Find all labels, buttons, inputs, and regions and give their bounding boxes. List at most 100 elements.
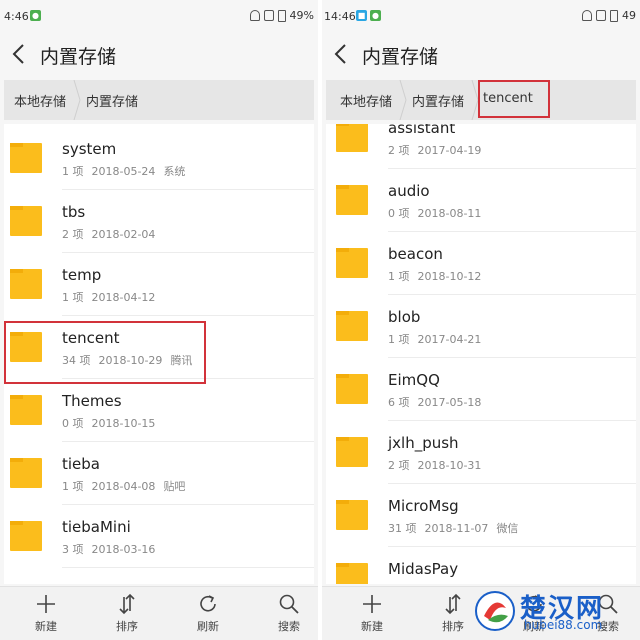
status-time: 4:46: [4, 10, 29, 23]
folder-icon: [336, 311, 368, 341]
list-item[interactable]: assistant 2 项 2017-04-19: [326, 124, 636, 169]
list-item[interactable]: EimQQ 6 项 2017-05-18: [326, 358, 636, 421]
battery-icon: [610, 9, 618, 22]
folder-meta: 1 项 2017-04-21: [388, 333, 482, 346]
status-bar: 14:46 ■ ● 49: [322, 0, 640, 32]
notification-icon: ●: [30, 10, 41, 21]
plus-icon: [37, 595, 55, 613]
notification-icon: ■: [356, 10, 367, 21]
list-item[interactable]: Themes 0 项 2018-10-15: [4, 379, 314, 442]
bottom-action-bar: 新建 排序 刷新 搜索: [0, 586, 318, 640]
notification-icon: ●: [370, 10, 381, 21]
list-item[interactable]: system 1 项 2018-05-24 系统: [4, 127, 314, 190]
watermark-url: hubei88.com: [524, 618, 603, 632]
list-item[interactable]: audio 0 项 2018-08-11: [326, 169, 636, 232]
folder-meta: 1 项 2018-04-08 贴吧: [62, 480, 186, 493]
folder-name: Themes: [62, 392, 122, 410]
page-title: 内置存储: [362, 46, 439, 68]
sort-button[interactable]: 排序: [97, 593, 157, 637]
folder-icon: [336, 500, 368, 530]
list-item[interactable]: MidasPay: [326, 547, 636, 584]
folder-meta: 0 项 2018-08-11: [388, 207, 482, 220]
back-arrow-icon[interactable]: [330, 40, 354, 68]
status-time: 14:46: [324, 10, 356, 23]
status-bar: 4:46 ● 49%: [0, 0, 318, 32]
breadcrumb-item-internal[interactable]: 内置存储: [86, 91, 138, 110]
folder-icon: [336, 563, 368, 584]
sim-icon: [596, 10, 606, 21]
folder-icon: [336, 374, 368, 404]
breadcrumb-item-local[interactable]: 本地存储: [340, 91, 392, 110]
folder-name: MicroMsg: [388, 497, 459, 515]
list-item[interactable]: MicroMsg 31 项 2018-11-07 微信: [326, 484, 636, 547]
sort-icon: [119, 593, 135, 615]
folder-name: tiebaMini: [62, 518, 131, 536]
folder-icon: [10, 395, 42, 425]
folder-meta: 31 项 2018-11-07 微信: [388, 522, 519, 535]
highlight-box: [4, 321, 206, 384]
folder-icon: [336, 248, 368, 278]
folder-meta: 2 项 2017-04-19: [388, 144, 482, 157]
folder-icon: [10, 269, 42, 299]
folder-icon: [10, 458, 42, 488]
breadcrumb-item-internal[interactable]: 内置存储: [412, 91, 464, 110]
folder-meta: 3 项 2018-03-16: [62, 543, 156, 556]
folder-meta: 1 项 2018-05-24 系统: [62, 165, 186, 178]
folder-meta: 1 项 2018-04-12: [62, 291, 156, 304]
sim-icon: [263, 10, 274, 21]
divider: [62, 567, 314, 568]
watermark-logo-icon: [475, 591, 515, 631]
list-item[interactable]: jxlh_push 2 项 2018-10-31: [326, 421, 636, 484]
folder-icon: [10, 143, 42, 173]
folder-icon: [336, 437, 368, 467]
folder-icon: [10, 521, 42, 551]
folder-icon: [336, 185, 368, 215]
breadcrumb: 本地存储 内置存储: [4, 80, 314, 120]
list-item[interactable]: tiebaMini 3 项 2018-03-16: [4, 505, 314, 568]
folder-name: system: [62, 140, 117, 158]
search-icon: [279, 594, 299, 614]
refresh-icon: [200, 595, 216, 612]
left-file-browser: 4:46 ● 49% 内置存储 本地存储 内置存储 system 1 项 2018…: [0, 0, 318, 640]
list-item[interactable]: blob 1 项 2017-04-21: [326, 295, 636, 358]
new-button[interactable]: 新建: [16, 593, 76, 637]
folder-meta: 1 项 2018-10-12: [388, 270, 482, 283]
folder-name: assistant: [388, 124, 456, 137]
list-item[interactable]: tbs 2 项 2018-02-04: [4, 190, 314, 253]
folder-meta: 2 项 2018-02-04: [62, 228, 156, 241]
breadcrumb-chevron-icon: [73, 80, 81, 120]
list-item[interactable]: beacon 1 项 2018-10-12: [326, 232, 636, 295]
search-button[interactable]: 搜索: [259, 593, 318, 637]
folder-name: blob: [388, 308, 421, 326]
back-arrow-icon[interactable]: [8, 40, 32, 68]
folder-name: EimQQ: [388, 371, 440, 389]
right-file-browser: 14:46 ■ ● 49 内置存储 本地存储 内置存储 tencent assi…: [322, 0, 640, 640]
breadcrumb-item-local[interactable]: 本地存储: [14, 91, 66, 110]
folder-meta: 6 项 2017-05-18: [388, 396, 482, 409]
folder-name: tieba: [62, 455, 100, 473]
new-button[interactable]: 新建: [342, 593, 402, 637]
folder-icon: [10, 206, 42, 236]
folder-name: audio: [388, 182, 430, 200]
list-item[interactable]: tieba 1 项 2018-04-08 贴吧: [4, 442, 314, 505]
battery-level: 49: [622, 9, 636, 22]
plus-icon: [363, 595, 381, 613]
breadcrumb-chevron-icon: [399, 80, 407, 120]
refresh-button[interactable]: 刷新: [178, 593, 238, 637]
folder-meta: 2 项 2018-10-31: [388, 459, 482, 472]
list-item[interactable]: temp 1 项 2018-04-12: [4, 253, 314, 316]
battery-level: 49%: [289, 9, 314, 22]
sort-icon: [445, 593, 461, 615]
app-bar: 内置存储: [0, 32, 318, 76]
folder-list[interactable]: assistant 2 项 2017-04-19 audio 0 项 2018-08…: [326, 124, 636, 584]
watermark: 楚汉网 hubei88.com: [474, 588, 634, 634]
folder-name: jxlh_push: [388, 434, 459, 452]
folder-name: temp: [62, 266, 102, 284]
folder-meta: 0 项 2018-10-15: [62, 417, 156, 430]
mute-icon: [582, 10, 592, 21]
folder-name: tbs: [62, 203, 86, 221]
folder-icon: [336, 124, 368, 152]
folder-name: MidasPay: [388, 560, 459, 578]
mute-icon: [249, 10, 260, 21]
highlight-box: [478, 80, 550, 118]
